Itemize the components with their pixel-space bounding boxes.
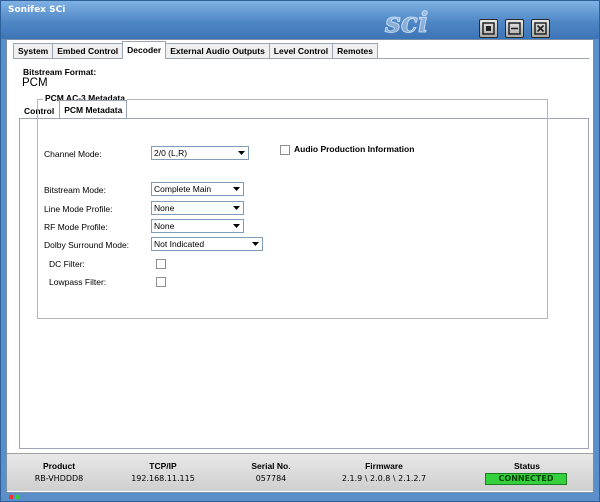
sci-logo: sci: [384, 7, 429, 37]
firmware-value: 2.1.9 \ 2.0.8 \ 2.1.2.7: [341, 474, 427, 483]
bitstream-mode-select[interactable]: Complete Main: [151, 182, 244, 196]
tab-external-audio-outputs[interactable]: External Audio Outputs: [165, 43, 270, 59]
chevron-down-icon: [249, 238, 262, 250]
minimize-icon: [508, 22, 521, 35]
green-led-icon: [15, 495, 19, 499]
red-led-icon: [9, 495, 13, 499]
bitstream-format-label: Bitstream Format:: [23, 67, 97, 77]
channel-mode-label: Channel Mode:: [44, 149, 102, 159]
tab-system[interactable]: System: [13, 43, 54, 59]
tab-level-control[interactable]: Level Control: [268, 43, 334, 59]
tab-remotes[interactable]: Remotes: [332, 43, 379, 59]
channel-mode-select[interactable]: 2/0 (L,R): [151, 146, 249, 160]
restore-button[interactable]: [479, 19, 498, 38]
product-value: RB-VHDDD8: [34, 474, 84, 483]
sub-tab-bar: Control PCM Metadata: [19, 100, 128, 118]
chevron-down-icon: [230, 220, 243, 232]
rf-mode-profile-label: RF Mode Profile:: [44, 222, 108, 232]
dc-filter-label: DC Filter:: [49, 259, 85, 269]
audio-production-info-label: Audio Production Information: [294, 144, 415, 154]
tab-embed-control[interactable]: Embed Control: [52, 43, 124, 59]
lowpass-filter-label: Lowpass Filter:: [49, 277, 107, 287]
dolby-surround-mode-value: Not Indicated: [154, 239, 205, 249]
rf-mode-profile-select[interactable]: None: [151, 219, 244, 233]
serial-value: 057784: [255, 474, 287, 483]
status-badge: CONNECTED: [485, 473, 567, 485]
app-window: Sonifex SCi sci System Embed Control Dec…: [0, 0, 600, 502]
tcpip-value: 192.168.11.115: [131, 474, 195, 483]
chevron-down-icon: [235, 147, 248, 159]
minimize-button[interactable]: [505, 19, 524, 38]
window-title: Sonifex SCi: [8, 5, 66, 15]
tcpip-header: TCP/IP: [149, 461, 177, 471]
tab-decoder[interactable]: Decoder: [122, 41, 167, 59]
pcm-ac3-metadata-group: [37, 99, 548, 319]
dolby-surround-mode-label: Dolby Surround Mode:: [44, 240, 130, 250]
status-header: Status: [514, 461, 540, 471]
line-mode-profile-select[interactable]: None: [151, 201, 244, 215]
rf-mode-profile-value: None: [154, 221, 175, 231]
channel-mode-value: 2/0 (L,R): [154, 148, 188, 158]
product-header: Product: [42, 461, 76, 471]
tab-divider: [13, 58, 589, 59]
line-mode-profile-value: None: [154, 203, 175, 213]
chevron-down-icon: [230, 202, 243, 214]
dc-filter-checkbox[interactable]: [156, 259, 166, 269]
main-tab-bar: System Embed Control Decoder External Au…: [13, 41, 379, 59]
bitstream-mode-value: Complete Main: [154, 184, 212, 194]
status-bar: Product RB-VHDDD8 TCP/IP 192.168.11.115 …: [7, 453, 593, 491]
dolby-surround-mode-select[interactable]: Not Indicated: [151, 237, 263, 251]
line-mode-profile-label: Line Mode Profile:: [44, 204, 113, 214]
restore-icon: [482, 22, 495, 35]
title-bar: Sonifex SCi sci: [1, 1, 599, 39]
logo-text: sci: [384, 7, 428, 37]
bitstream-format-value: PCM: [22, 77, 48, 89]
close-button[interactable]: [531, 19, 550, 38]
lowpass-filter-checkbox[interactable]: [156, 277, 166, 287]
serial-header: Serial No.: [251, 461, 291, 471]
tab-pcm-metadata[interactable]: PCM Metadata: [59, 100, 128, 118]
audio-production-info-checkbox[interactable]: [280, 145, 290, 155]
close-icon: [534, 22, 547, 35]
firmware-header: Firmware: [365, 461, 403, 471]
chevron-down-icon: [230, 183, 243, 195]
bitstream-mode-label: Bitstream Mode:: [44, 185, 106, 195]
